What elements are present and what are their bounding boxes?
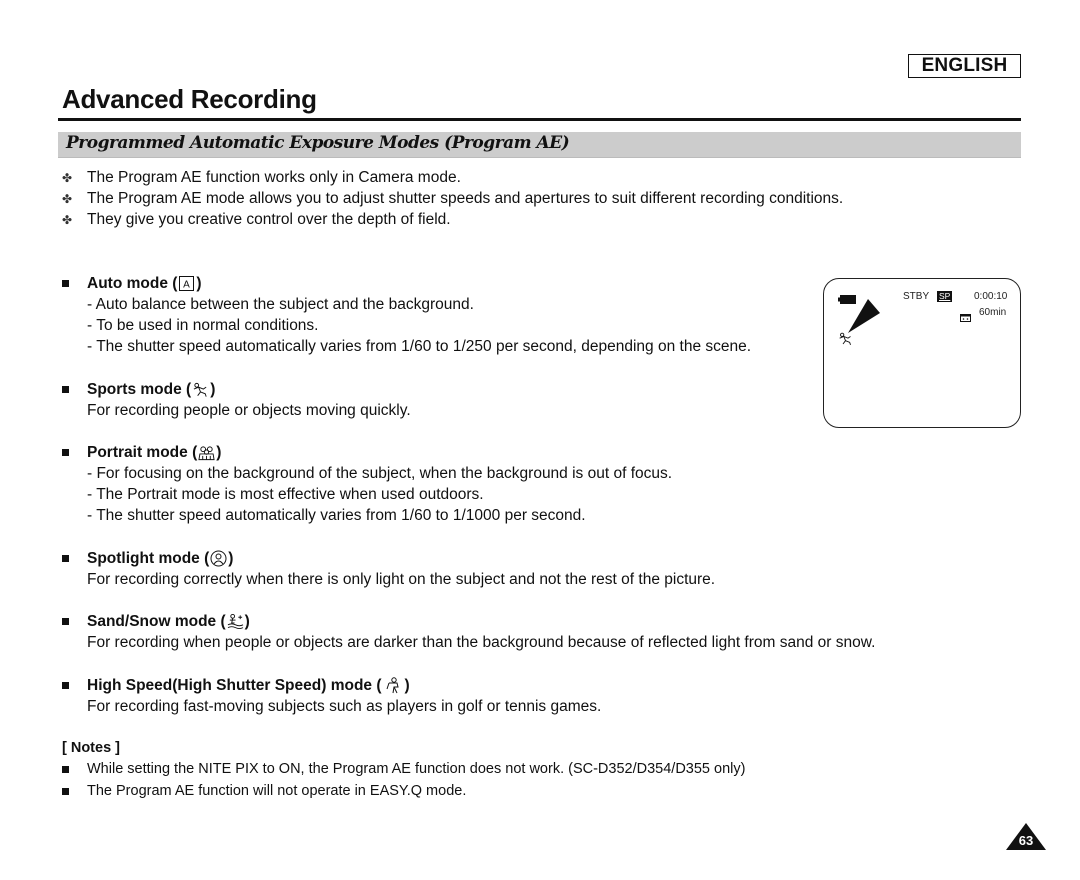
auto-mode-icon: A xyxy=(178,275,195,292)
svg-text:A: A xyxy=(184,280,191,291)
mode-high-speed: High Speed(High Shutter Speed) mode ( ) … xyxy=(62,675,601,717)
section-title: Programmed Automatic Exposure Modes (Pro… xyxy=(66,133,570,153)
page-title: Advanced Recording xyxy=(62,84,317,114)
intro-item: ✤ They give you creative control over the… xyxy=(62,210,451,228)
section-header: Programmed Automatic Exposure Modes (Pro… xyxy=(58,132,1021,158)
mode-portrait: Portrait mode ( ) - For focusing on the … xyxy=(62,442,672,526)
mode-spotlight: Spotlight mode ( ) For recording correct… xyxy=(62,548,715,590)
sand-snow-icon xyxy=(227,613,244,630)
spotlight-person-icon xyxy=(210,550,227,567)
note-item: While setting the NITE PIX to ON, the Pr… xyxy=(62,758,745,780)
lcd-remaining-time: 60min xyxy=(979,307,1007,318)
square-bullet-icon xyxy=(62,618,87,625)
square-bullet-icon xyxy=(62,787,87,795)
cassette-icon xyxy=(960,309,971,327)
page-number: 63 xyxy=(1018,833,1034,848)
title-divider xyxy=(58,118,1021,121)
mode-description: - Auto balance between the subject and t… xyxy=(87,296,474,313)
running-person-icon xyxy=(838,332,853,351)
mode-heading: High Speed(High Shutter Speed) mode ( ) xyxy=(62,675,601,696)
notes-title: [ Notes ] xyxy=(62,740,120,756)
mode-description: - The shutter speed automatically varies… xyxy=(87,338,752,355)
clover-bullet-icon: ✤ xyxy=(62,170,73,185)
mode-description: - The Portrait mode is most effective wh… xyxy=(87,486,484,503)
mode-heading: Portrait mode ( ) xyxy=(62,442,672,463)
lcd-status: STBY xyxy=(903,291,930,302)
intro-list: ✤ The Program AE function works only in C… xyxy=(62,167,843,230)
mode-description: - To be used in normal conditions. xyxy=(87,317,319,334)
lcd-screen-illustration: STBY SP 0:00:10 60min xyxy=(823,278,1021,428)
tape-speed-badge: SP xyxy=(937,291,953,302)
mode-heading: Spotlight mode ( ) xyxy=(62,548,715,569)
square-bullet-icon xyxy=(62,682,87,689)
mode-sand-snow: Sand/Snow mode ( ) For recording when pe… xyxy=(62,611,875,653)
square-bullet-icon xyxy=(62,555,87,562)
intro-item: ✤ The Program AE function works only in C… xyxy=(62,168,461,186)
language-badge: ENGLISH xyxy=(908,54,1021,78)
square-bullet-icon xyxy=(62,386,87,393)
lcd-timecode: 0:00:10 xyxy=(974,291,1008,302)
mode-heading: Auto mode ( A ) xyxy=(62,273,751,294)
note-item: The Program AE function will not operate… xyxy=(62,780,745,802)
mode-description: - The shutter speed automatically varies… xyxy=(87,507,586,524)
high-speed-golfer-icon xyxy=(385,677,402,694)
mode-description: For recording when people or objects are… xyxy=(87,634,876,651)
mode-auto: Auto mode ( A ) - Auto balance between t… xyxy=(62,273,751,357)
running-person-icon xyxy=(192,381,209,398)
mode-heading: Sports mode ( ) xyxy=(62,379,411,400)
square-bullet-icon xyxy=(62,449,87,456)
square-bullet-icon xyxy=(62,280,87,287)
square-bullet-icon xyxy=(62,765,87,773)
notes-section: [ Notes ] While setting the NITE PIX to … xyxy=(62,738,745,802)
mode-description: - For focusing on the background of the … xyxy=(87,465,673,482)
clover-bullet-icon: ✤ xyxy=(62,212,73,227)
intro-item: ✤ The Program AE mode allows you to adjus… xyxy=(62,189,844,207)
mode-sports: Sports mode ( ) For recording people or … xyxy=(62,379,411,421)
mode-heading: Sand/Snow mode ( ) xyxy=(62,611,875,632)
portrait-people-icon xyxy=(198,444,215,461)
clover-bullet-icon: ✤ xyxy=(62,191,73,206)
mode-description: For recording people or objects moving q… xyxy=(87,402,411,419)
mode-description: For recording correctly when there is on… xyxy=(87,571,716,588)
mode-description: For recording fast-moving subjects such … xyxy=(87,698,602,715)
